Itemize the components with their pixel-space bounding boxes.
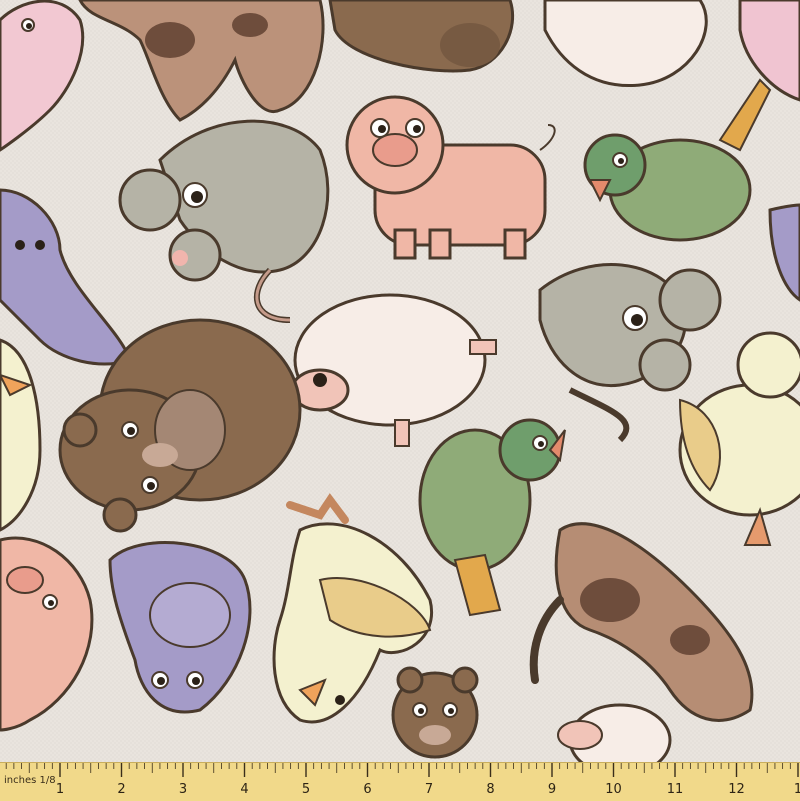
ruler-unit-label: inches 1/8 — [4, 775, 56, 786]
ruler-tick-label: 1 — [794, 782, 800, 797]
ruler-tick-label: 2 — [117, 782, 125, 797]
ruler-ticks: 1 2 3 4 5 6 7 8 9 10 11 12 1 — [5, 763, 800, 797]
ruler-tick-label: 9 — [548, 782, 556, 797]
bear-bottom — [391, 666, 479, 759]
ruler-tick-label: 8 — [486, 782, 494, 797]
animal-pattern-fabric — [0, 0, 800, 800]
ruler-tick-label: 3 — [179, 782, 187, 797]
ruler-tick-label: 10 — [605, 782, 622, 797]
ruler-tick-label: 5 — [302, 782, 310, 797]
ruler-tick-label: 4 — [240, 782, 248, 797]
ruler-tick-label: 12 — [728, 782, 745, 797]
ruler-tick-label: 7 — [425, 782, 433, 797]
measurement-ruler: 1 2 3 4 5 6 7 8 9 10 11 12 1 inches 1/8 — [0, 762, 800, 801]
ruler-tick-label: 6 — [363, 782, 371, 797]
ruler-tick-label: 1 — [56, 782, 64, 797]
ruler-tick-label: 11 — [667, 782, 684, 797]
